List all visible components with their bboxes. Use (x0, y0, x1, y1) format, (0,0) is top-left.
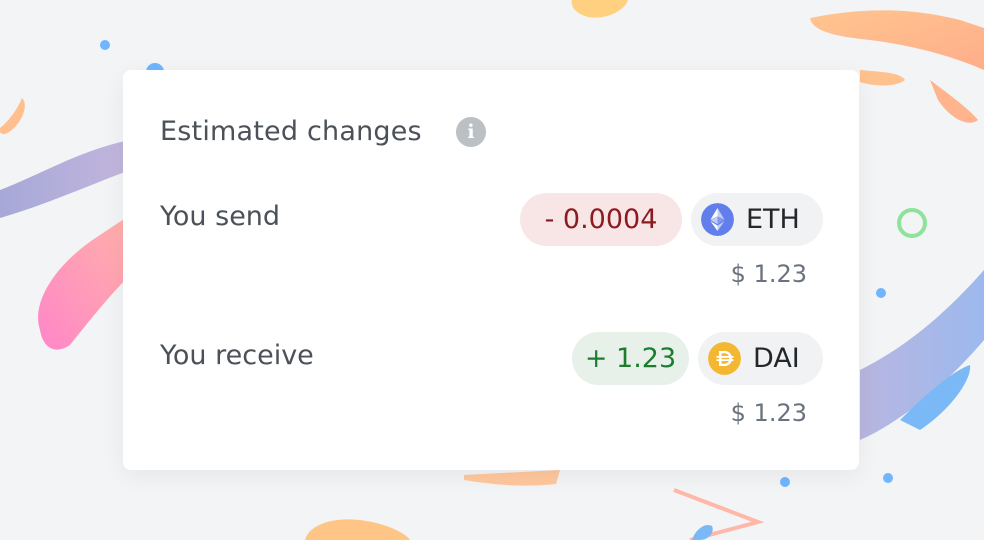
info-icon[interactable]: i (456, 117, 486, 147)
send-amount: - 0.0004 (544, 204, 658, 235)
send-amount-badge: - 0.0004 (520, 193, 682, 246)
ethereum-icon (701, 203, 734, 236)
send-fiat-value: $ 1.23 (730, 260, 807, 288)
receive-fiat-value: $ 1.23 (730, 399, 807, 427)
estimated-changes-card: Estimated changes i You send - 0.0004 ET… (123, 70, 859, 470)
dai-icon (708, 342, 741, 375)
send-token-symbol: ETH (746, 204, 800, 235)
receive-amount-badge: + 1.23 (572, 332, 689, 385)
estimated-changes-title: Estimated changes (160, 116, 422, 147)
send-label: You send (160, 201, 281, 232)
receive-label: You receive (160, 340, 314, 371)
receive-token-pill[interactable]: DAI (698, 332, 823, 385)
receive-amount: + 1.23 (584, 343, 677, 374)
send-token-pill[interactable]: ETH (691, 193, 823, 246)
receive-token-symbol: DAI (753, 343, 800, 374)
